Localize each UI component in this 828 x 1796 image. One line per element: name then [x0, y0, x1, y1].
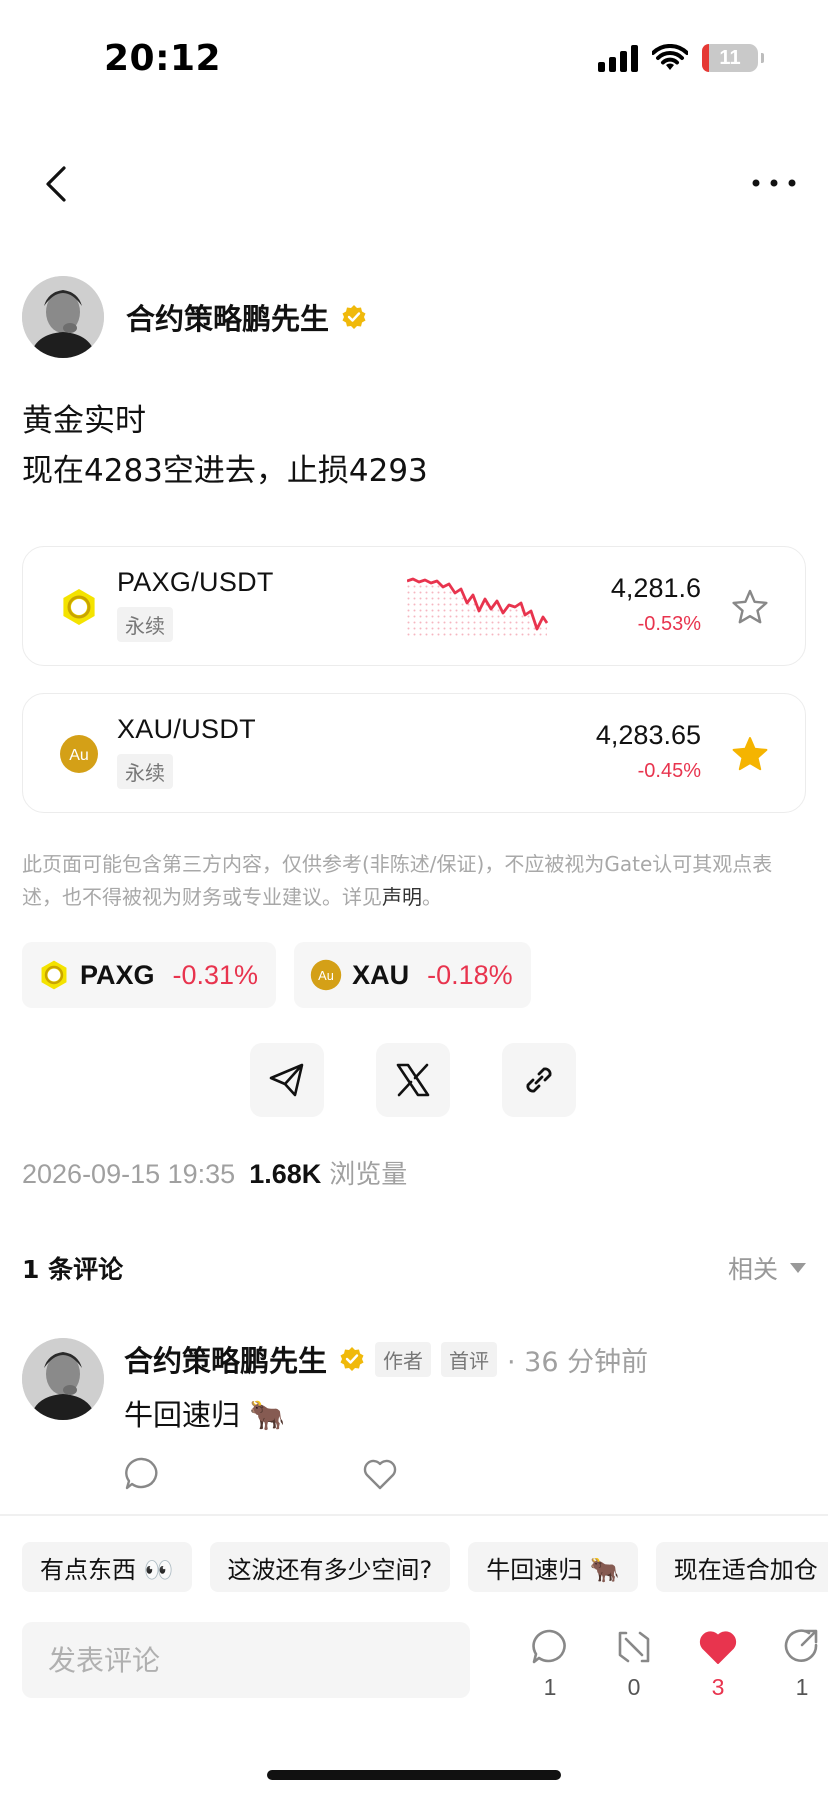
reply-icon[interactable] [124, 1456, 160, 1492]
first-comment-badge: 首评 [441, 1341, 498, 1377]
paxg-coin-icon [63, 589, 95, 625]
xau-coin-icon: Au [310, 959, 342, 991]
comment-sort-select[interactable]: 相关 [728, 1250, 806, 1286]
post-meta: 2026-09-15 19:35 1.68K 浏览量 [22, 1154, 407, 1191]
quick-replies: 有点东西 👀 这波还有多少空间? 牛回速归 🐂 现在适合加仓 [22, 1542, 828, 1592]
post-author[interactable]: 合约策略鹏先生 [22, 276, 367, 358]
top-nav [0, 150, 828, 220]
star-outline-icon[interactable] [731, 589, 769, 625]
chevron-left-icon[interactable] [38, 162, 78, 206]
perpetual-tag: 永续 [117, 754, 173, 789]
coin-chip-paxg[interactable]: PAXG -0.31% [22, 942, 277, 1008]
pair-name: XAU/USDT [117, 714, 256, 744]
chip-symbol: PAXG [80, 959, 155, 990]
last-price: 4,281.6 [610, 573, 701, 603]
share-x-button[interactable] [376, 1043, 450, 1117]
cellular-signal-icon [598, 44, 638, 72]
market-card-xau[interactable]: Au XAU/USDT 永续 4,283.65 -0.45% [22, 693, 806, 813]
paxg-coin-icon [41, 960, 67, 990]
price-change: -0.53% [637, 613, 701, 635]
view-count-label: 浏览量 [329, 1160, 408, 1190]
perpetual-tag: 永续 [117, 607, 173, 642]
xau-icon-text: Au [69, 747, 89, 764]
market-card-paxg[interactable]: PAXG/USDT 永续 4,281.6 -0.53% [22, 546, 806, 666]
post-line: 黄金实时 [22, 403, 146, 439]
comment-button[interactable]: 1 [508, 1628, 592, 1701]
heart-outline-icon[interactable] [362, 1456, 398, 1492]
disclaimer-link[interactable]: 声明 [382, 885, 422, 909]
share-icon [784, 1629, 818, 1662]
quick-reply-chip[interactable]: 现在适合加仓 [655, 1542, 828, 1592]
status-bar: 20:12 11 [0, 0, 828, 110]
battery-level: 11 [719, 46, 741, 69]
author-badge: 作者 [375, 1341, 432, 1377]
comment-actions [124, 1456, 398, 1492]
status-time: 20:12 [104, 38, 222, 79]
battery-icon: 11 [702, 44, 764, 72]
copy-link-button[interactable] [502, 1043, 576, 1117]
disclaimer-end: 。 [422, 885, 442, 909]
quick-reply-chip[interactable]: 这波还有多少空间? [209, 1542, 451, 1592]
comments-header: 1 条评论 相关 [22, 1250, 806, 1286]
avatar[interactable] [22, 276, 104, 358]
author-name[interactable]: 合约策略鹏先生 [126, 296, 329, 338]
post-actions: 1 0 3 1 [508, 1628, 828, 1701]
telegram-icon [269, 1063, 304, 1097]
star-filled-icon[interactable] [731, 736, 769, 772]
comments-count: 1 条评论 [22, 1255, 124, 1284]
repost-count: 0 [627, 1674, 641, 1700]
quick-reply-chip[interactable]: 牛回速归 🐂 [468, 1542, 638, 1592]
comment-input[interactable] [22, 1622, 470, 1698]
post-content: 黄金实时 现在4283空进去，止损4293 [22, 396, 428, 496]
post-line: 现在4283空进去，止损4293 [22, 453, 428, 489]
status-icons: 11 [598, 44, 764, 72]
like-count: 3 [711, 1674, 725, 1700]
ellipsis-icon[interactable] [744, 168, 804, 198]
chip-symbol: XAU [352, 959, 410, 990]
repost-icon [618, 1631, 650, 1663]
share-button[interactable]: 1 [760, 1628, 828, 1701]
xau-icon-text: Au [318, 968, 334, 983]
share-row [250, 1043, 576, 1117]
comment-header: 合约策略鹏先生 作者 首评 · 36 分钟前 [124, 1338, 648, 1380]
comment-icon [532, 1629, 566, 1664]
link-icon [526, 1067, 552, 1093]
xau-coin-icon: Au [60, 735, 98, 773]
comment-count: 1 [543, 1674, 557, 1700]
comment-author[interactable]: 合约策略鹏先生 [124, 1338, 327, 1380]
verified-badge-icon [340, 1347, 364, 1371]
chip-change: -0.31% [172, 959, 259, 990]
comment-time: · 36 分钟前 [507, 1346, 649, 1378]
repost-button[interactable]: 0 [592, 1628, 676, 1701]
coin-chip-xau[interactable]: Au XAU -0.18% [294, 942, 531, 1008]
coin-chips: PAXG -0.31% Au XAU -0.18% [22, 942, 531, 1008]
home-indicator[interactable] [267, 1770, 561, 1780]
x-icon [396, 1063, 430, 1097]
caret-down-icon [790, 1263, 806, 1273]
price-sparkline [407, 577, 549, 637]
divider [0, 1514, 828, 1516]
last-price: 4,283.65 [595, 720, 701, 750]
post-datetime: 2026-09-15 19:35 [22, 1159, 236, 1189]
comment-text: 牛回速归 🐂 [124, 1398, 286, 1432]
pair-name: PAXG/USDT [117, 567, 274, 597]
chip-change: -0.18% [427, 959, 513, 990]
avatar[interactable] [22, 1338, 104, 1420]
share-count: 1 [795, 1674, 809, 1700]
disclaimer: 此页面可能包含第三方内容，仅供参考(非陈述/保证)，不应被视为Gate认可其观点… [22, 848, 810, 914]
heart-filled-icon [699, 1631, 737, 1664]
quick-reply-chip[interactable]: 有点东西 👀 [22, 1542, 192, 1592]
sort-label: 相关 [727, 1255, 778, 1284]
share-telegram-button[interactable] [250, 1043, 324, 1117]
like-button[interactable]: 3 [676, 1628, 760, 1701]
view-count: 1.68K [249, 1159, 322, 1189]
price-change: -0.45% [637, 760, 701, 782]
verified-badge-icon [342, 305, 366, 329]
wifi-icon [652, 44, 688, 70]
